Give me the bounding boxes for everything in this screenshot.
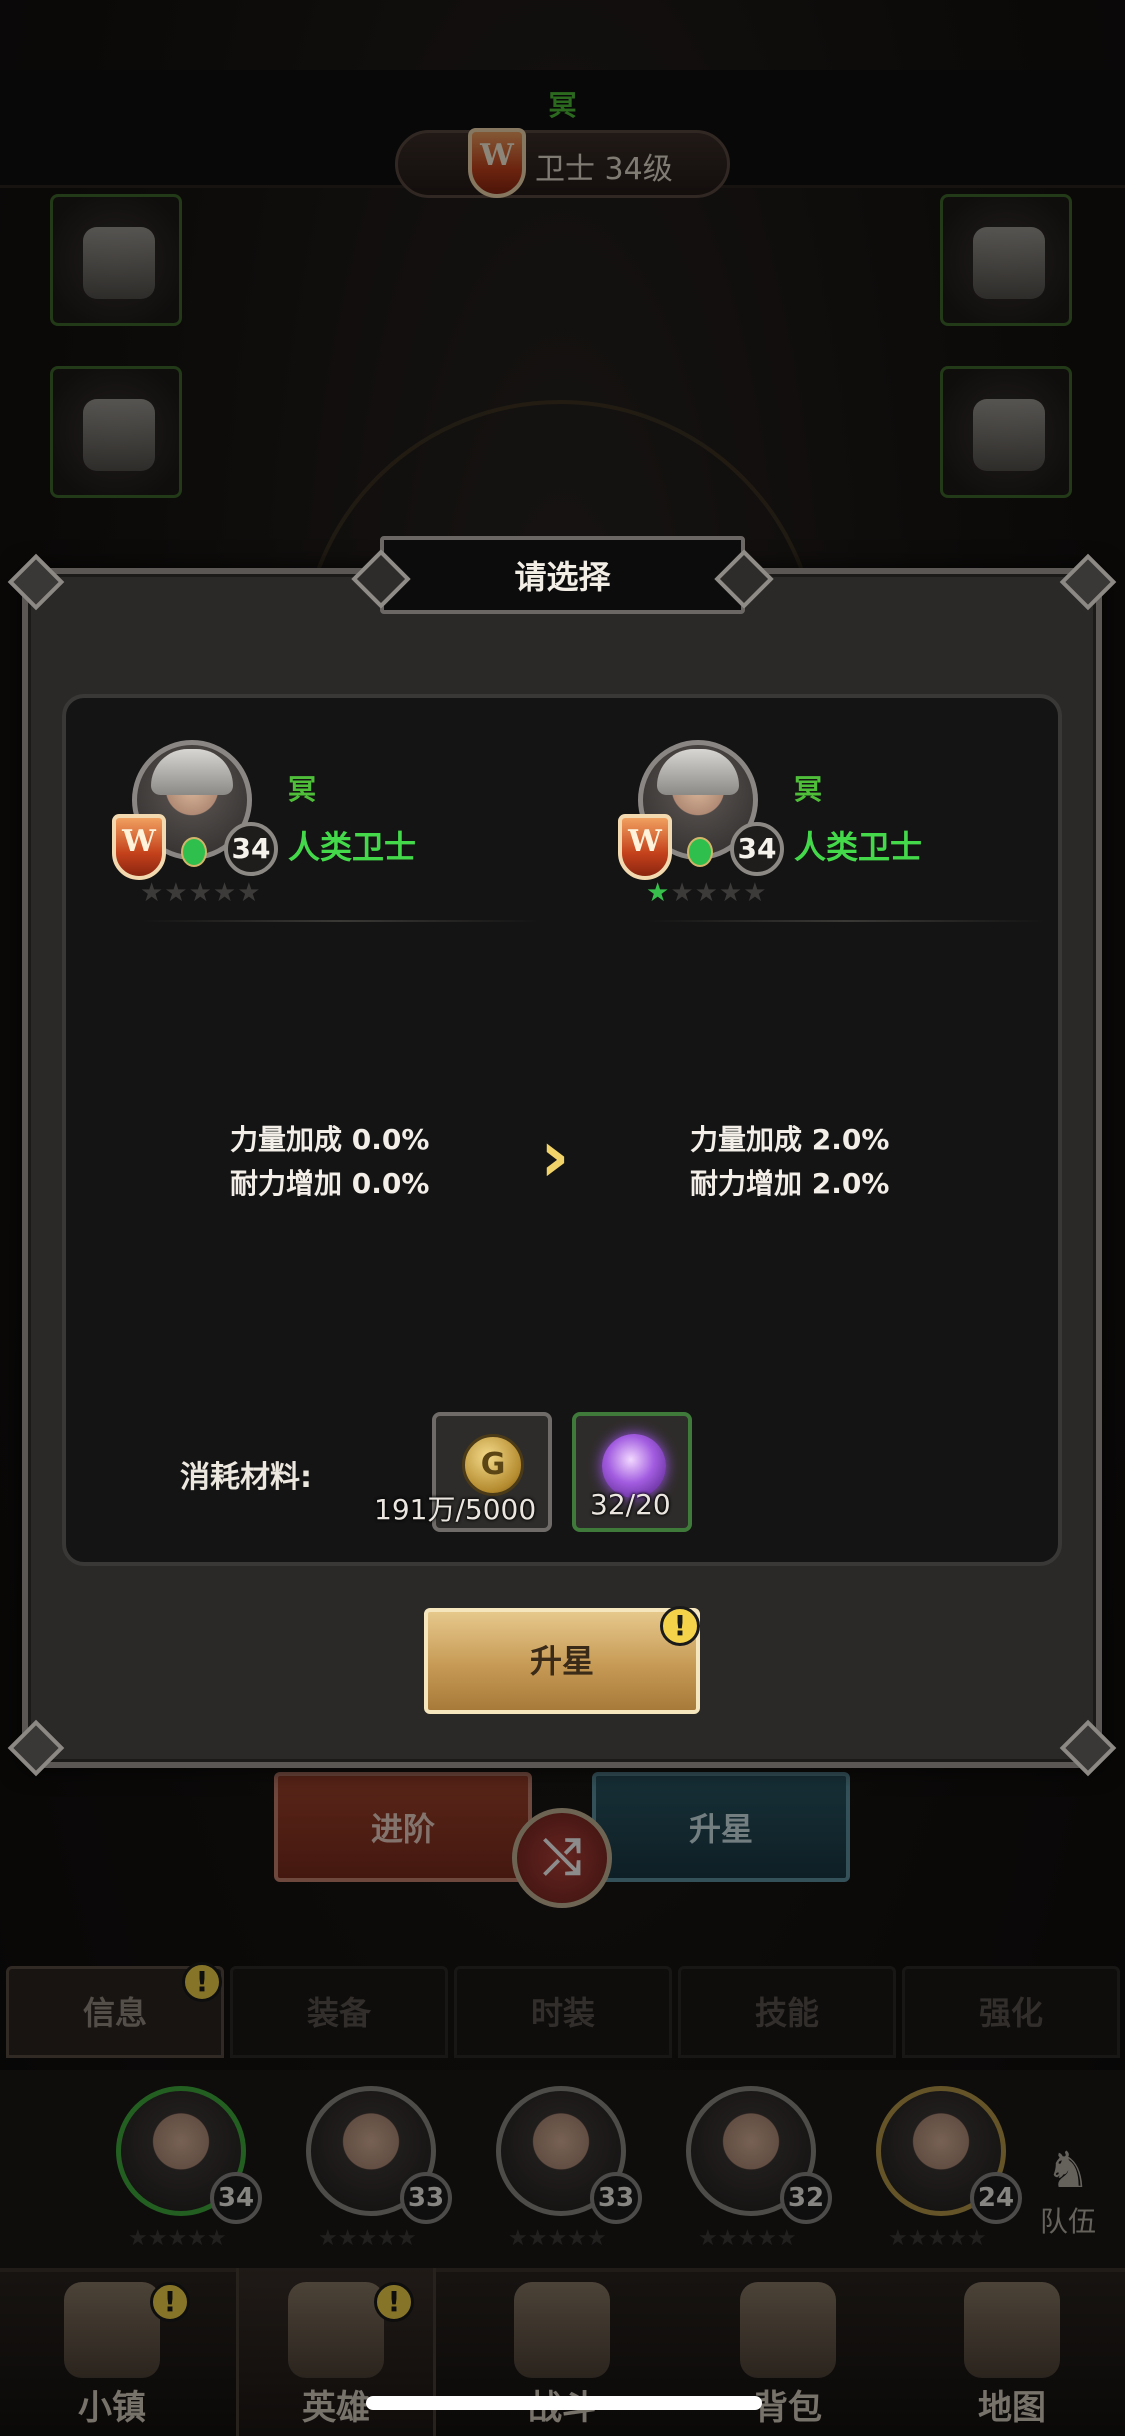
gold-coin-icon bbox=[462, 1434, 524, 1496]
guard-class-icon bbox=[618, 814, 672, 880]
material-orb-count: 32/20 bbox=[590, 1488, 671, 1521]
guard-class-icon bbox=[112, 814, 166, 880]
stats-before: 力量加成 0.0% 耐力增加 0.0% bbox=[230, 1118, 429, 1206]
hero-card-name: 冥 bbox=[794, 773, 823, 806]
material-gold-count: 191万/5000 bbox=[374, 1493, 537, 1526]
stat-strength-before: 力量加成 0.0% bbox=[230, 1123, 430, 1156]
stat-stamina-before: 耐力增加 0.0% bbox=[230, 1167, 430, 1200]
hero-card-class: 人类卫士 bbox=[794, 828, 923, 866]
hero-card-before: 34 ★★★★★ 冥 人类卫士 bbox=[100, 710, 540, 922]
star-rating: ★★★★★ bbox=[140, 878, 262, 908]
card-divider bbox=[646, 920, 1046, 922]
dialog-title: 请选择 bbox=[514, 558, 611, 596]
hero-card-class: 人类卫士 bbox=[288, 828, 417, 866]
card-divider bbox=[140, 920, 540, 922]
cost-label: 消耗材料: bbox=[180, 1460, 312, 1495]
stats-after: 力量加成 2.0% 耐力增加 2.0% bbox=[690, 1118, 889, 1206]
hero-level-badge: 34 bbox=[730, 822, 784, 876]
stat-strength-after: 力量加成 2.0% bbox=[690, 1123, 890, 1156]
home-indicator bbox=[366, 2396, 762, 2410]
hero-level-badge: 34 bbox=[224, 822, 278, 876]
hero-card-name: 冥 bbox=[288, 773, 317, 806]
confirm-alert-icon: ! bbox=[660, 1606, 700, 1646]
chevron-right-icon: › bbox=[540, 1114, 570, 1198]
star-rating: ★★★★★ bbox=[646, 878, 768, 908]
stat-stamina-after: 耐力增加 2.0% bbox=[690, 1167, 890, 1200]
hero-card-after: 34 ★★★★★ 冥 人类卫士 bbox=[606, 710, 1046, 922]
upstar-confirm-button[interactable]: 升星 bbox=[424, 1608, 700, 1714]
